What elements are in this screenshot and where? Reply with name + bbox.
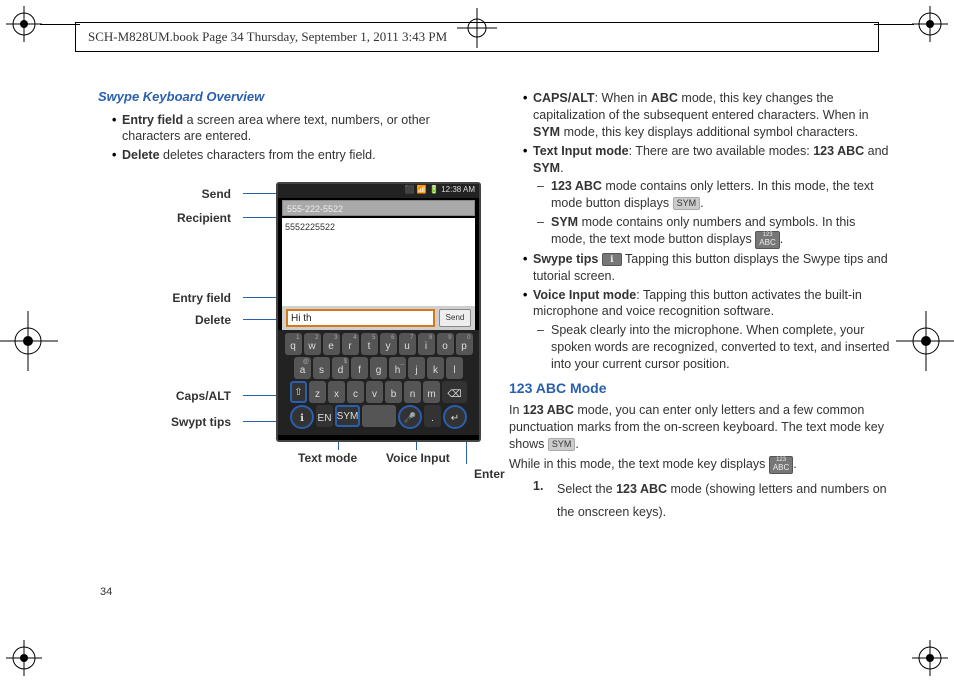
- crop-mark-icon: [912, 640, 948, 676]
- heading-swype-overview: Swype Keyboard Overview: [98, 88, 481, 106]
- keyboard-key: a@: [294, 357, 311, 379]
- keyboard-key: j: [408, 357, 425, 379]
- keyboard-key: h_: [389, 357, 406, 379]
- label-recipient: Recipient: [177, 210, 231, 226]
- crop-line: [874, 24, 914, 25]
- label-delete: Delete: [195, 312, 231, 328]
- keyboard-key: .: [424, 405, 441, 427]
- phone-recipient-field: 555-222-5522: [282, 200, 475, 216]
- keyboard-key: x: [328, 381, 345, 403]
- dash-123abc: 123 ABC mode contains only letters. In t…: [537, 178, 892, 212]
- dash-sym: SYM mode contains only numbers and symbo…: [537, 214, 892, 249]
- bullet-delete: Delete deletes characters from the entry…: [112, 147, 481, 164]
- keyboard-key: 🎤: [398, 405, 422, 429]
- keyboard-key: l: [446, 357, 463, 379]
- phone-keyboard: q1w2e3r4t5y6u7i8o9p0 a@sd$fgh_jkl ⇧zxcvb…: [278, 330, 479, 435]
- diagram-labels-bottom: Text mode Voice Input Enter: [248, 450, 481, 490]
- abc-key-icon: 123ABC: [769, 456, 793, 474]
- keyboard-key: u7: [399, 333, 416, 355]
- phone-entry-row: Hi th Send: [282, 306, 475, 330]
- label-send: Send: [202, 186, 231, 202]
- bullet-voice-input: Voice Input mode: Tapping this button ac…: [523, 287, 892, 321]
- keyboard-key: w2: [304, 333, 321, 355]
- keyboard-key: ℹ: [290, 405, 314, 429]
- bullet-caps-alt: CAPS/ALT: When in ABC mode, this key cha…: [523, 90, 892, 141]
- bullet-swype-tips: Swype tips ℹ Tapping this button display…: [523, 251, 892, 285]
- crop-mark-icon: [0, 311, 58, 371]
- left-column: Swype Keyboard Overview Entry field a sc…: [98, 88, 481, 602]
- keyboard-key: q1: [285, 333, 302, 355]
- bullet-entry-field: Entry field a screen area where text, nu…: [112, 112, 481, 146]
- keyboard-key: r4: [342, 333, 359, 355]
- keyboard-key: [362, 405, 396, 427]
- keyboard-key: ⌫: [442, 381, 467, 403]
- keyboard-key: p0: [456, 333, 473, 355]
- document-header: SCH-M828UM.book Page 34 Thursday, Septem…: [75, 22, 879, 52]
- label-voice: Voice Input: [386, 450, 450, 466]
- keyboard-key: y6: [380, 333, 397, 355]
- phone-entry-field: Hi th: [286, 309, 435, 327]
- label-textmode: Text mode: [298, 450, 357, 466]
- keyboard-key: z: [309, 381, 326, 403]
- keyboard-key: ⇧: [290, 381, 307, 403]
- abc-key-icon: 123ABC: [755, 231, 779, 249]
- sym-key-icon: SYM: [673, 197, 701, 210]
- keyboard-key: o9: [437, 333, 454, 355]
- right-column: CAPS/ALT: When in ABC mode, this key cha…: [509, 88, 892, 602]
- crop-mark-icon: [6, 6, 42, 42]
- phone-send-button: Send: [439, 309, 471, 327]
- phone-status-bar: ⬛ 📶 🔋 12:38 AM: [278, 184, 479, 198]
- header-text: SCH-M828UM.book Page 34 Thursday, Septem…: [88, 29, 447, 44]
- keyboard-diagram: Send Recipient Entry field Delete Caps/A…: [98, 182, 481, 512]
- dash-voice-note: Speak clearly into the microphone. When …: [537, 322, 892, 373]
- keyboard-key: n: [404, 381, 421, 403]
- keyboard-key: t5: [361, 333, 378, 355]
- tips-key-icon: ℹ: [602, 253, 622, 266]
- keyboard-key: v: [366, 381, 383, 403]
- label-enter: Enter: [474, 466, 505, 482]
- para-123abc-intro: In 123 ABC mode, you can enter only lett…: [509, 402, 892, 453]
- keyboard-key: s: [313, 357, 330, 379]
- heading-123abc-mode: 123 ABC Mode: [509, 379, 892, 398]
- sym-key-icon: SYM: [548, 438, 576, 451]
- keyboard-key: g: [370, 357, 387, 379]
- keyboard-key: d$: [332, 357, 349, 379]
- label-entry: Entry field: [172, 290, 231, 306]
- keyboard-key: c: [347, 381, 364, 403]
- phone-message-area: 5552225522: [282, 218, 475, 306]
- keyboard-key: EN: [316, 405, 333, 427]
- crop-mark-icon: [896, 311, 954, 371]
- page-number: 34: [100, 586, 112, 598]
- keyboard-key: e3: [323, 333, 340, 355]
- crop-mark-icon: [6, 640, 42, 676]
- keyboard-key: f: [351, 357, 368, 379]
- crop-line: [40, 24, 80, 25]
- bullet-text-input-mode: Text Input mode: There are two available…: [523, 143, 892, 177]
- keyboard-key: k: [427, 357, 444, 379]
- crop-mark-icon: [912, 6, 948, 42]
- keyboard-key: SYM: [335, 405, 360, 427]
- keyboard-key: ↵: [443, 405, 467, 429]
- keyboard-key: b: [385, 381, 402, 403]
- para-while-in-mode: While in this mode, the text mode key di…: [509, 456, 892, 474]
- page-content: Swype Keyboard Overview Entry field a sc…: [98, 88, 892, 602]
- label-caps: Caps/ALT: [176, 388, 231, 404]
- keyboard-key: m: [423, 381, 440, 403]
- phone-mockup: ⬛ 📶 🔋 12:38 AM 555-222-5522 5552225522 H…: [276, 182, 481, 442]
- phone-recipient-tag: 5552225522: [285, 221, 335, 233]
- step-1: 1. Select the 123 ABC mode (showing lett…: [533, 478, 892, 523]
- keyboard-key: i8: [418, 333, 435, 355]
- label-swypt: Swypt tips: [171, 414, 231, 430]
